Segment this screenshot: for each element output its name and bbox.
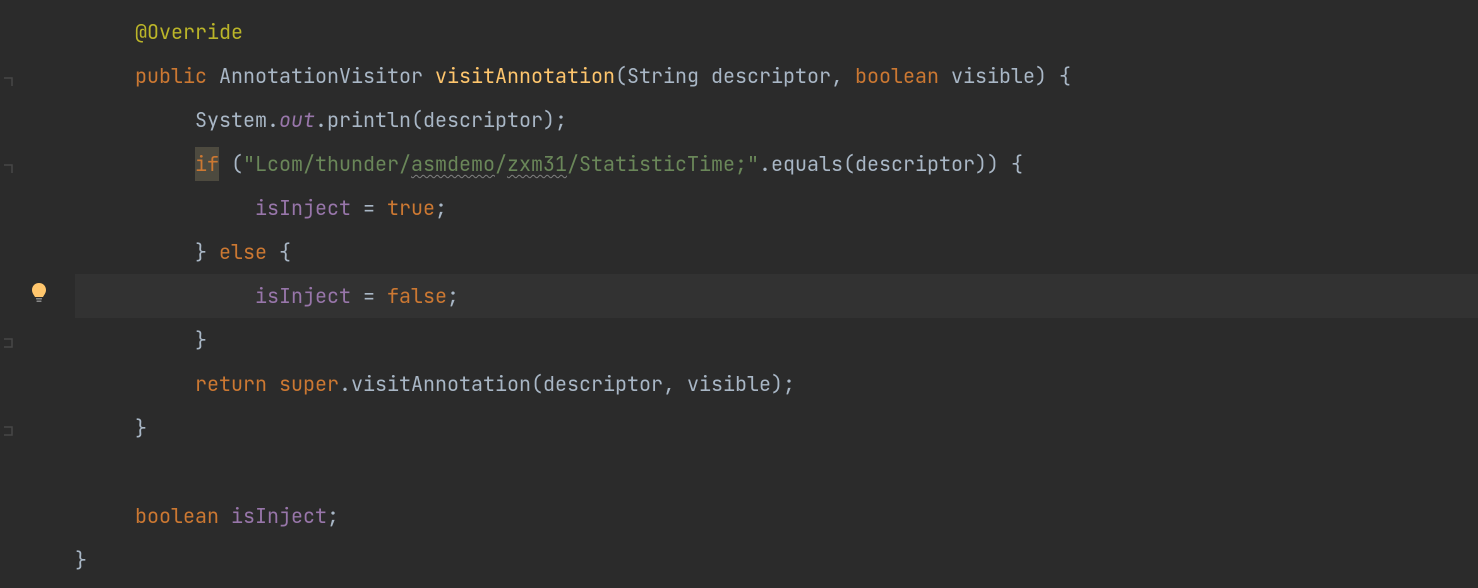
keyword-token: boolean (135, 499, 219, 533)
punct-token: ; (447, 279, 459, 313)
code-editor[interactable]: @Override public AnnotationVisitor visit… (0, 0, 1478, 588)
string-token: " (243, 147, 255, 181)
punct-token: } (195, 235, 207, 269)
punct-token: ( (843, 147, 855, 181)
punct-token: } (195, 323, 207, 357)
code-line[interactable]: @Override (75, 10, 1478, 54)
string-token: " (747, 147, 759, 181)
method-call-token: println (327, 103, 411, 137)
fold-marker-icon (2, 75, 14, 87)
code-line[interactable]: } (75, 318, 1478, 362)
code-line[interactable]: } (75, 406, 1478, 450)
keyword-token: super (279, 367, 339, 401)
punct-token: = (351, 191, 387, 225)
code-line[interactable]: } (75, 538, 1478, 582)
fold-marker-icon (2, 426, 14, 438)
type-token: AnnotationVisitor (219, 59, 423, 93)
punct-token: ) { (1035, 59, 1071, 93)
punct-token: . (339, 367, 351, 401)
punct-token: = (351, 279, 387, 313)
punct-token: ) (975, 147, 987, 181)
punct-token: , (663, 367, 687, 401)
punct-token: ( (411, 103, 423, 137)
method-name-token: visitAnnotation (435, 59, 615, 93)
code-line[interactable]: boolean isInject; (75, 494, 1478, 538)
punct-token: . (267, 103, 279, 137)
param-token: visible (951, 59, 1035, 93)
identifier-token: System (195, 103, 267, 137)
param-token: descriptor (711, 59, 831, 93)
code-line-current[interactable]: isInject = false; (75, 274, 1478, 318)
punct-token: ( (531, 367, 543, 401)
code-line[interactable]: } else { (75, 230, 1478, 274)
string-typo-token: asmdemo (411, 147, 495, 181)
punct-token: ( (615, 59, 627, 93)
method-call-token: visitAnnotation (351, 367, 531, 401)
code-line[interactable]: if ("Lcom/thunder/asmdemo/zxm31/Statisti… (75, 142, 1478, 186)
punct-token: ) { (987, 147, 1023, 181)
param-token: descriptor (855, 147, 975, 181)
punct-token: . (759, 147, 771, 181)
punct-token: ; (435, 191, 447, 225)
punct-token: . (315, 103, 327, 137)
code-content[interactable]: @Override public AnnotationVisitor visit… (65, 0, 1478, 588)
punct-token: ); (543, 103, 567, 137)
fold-marker-icon (2, 162, 14, 174)
keyword-token: public (135, 59, 207, 93)
punct-token: { (279, 235, 291, 269)
code-line[interactable] (75, 450, 1478, 494)
code-line[interactable]: return super.visitAnnotation(descriptor,… (75, 362, 1478, 406)
intention-bulb-icon[interactable] (30, 282, 48, 304)
code-line[interactable]: public AnnotationVisitor visitAnnotation… (75, 54, 1478, 98)
punct-token: ; (327, 499, 339, 533)
type-token: String (627, 59, 699, 93)
string-token: Lcom/thunder/ (255, 147, 411, 181)
method-call-token: equals (771, 147, 843, 181)
keyword-token: if (195, 147, 219, 181)
string-token: /StatisticTime; (567, 147, 747, 181)
string-token: / (495, 147, 507, 181)
code-line[interactable]: isInject = true; (75, 186, 1478, 230)
punct-token: ( (219, 147, 243, 181)
keyword-token: false (387, 279, 447, 313)
keyword-token: else (207, 235, 279, 269)
field-token: isInject (255, 191, 351, 225)
param-token: descriptor (543, 367, 663, 401)
field-token: isInject (231, 499, 327, 533)
field-token: isInject (255, 279, 351, 313)
fold-marker-icon (2, 338, 14, 350)
punct-token: , (831, 59, 843, 93)
keyword-token: boolean (855, 59, 939, 93)
static-field-token: out (279, 103, 315, 137)
editor-gutter (0, 0, 65, 588)
punct-token: } (135, 411, 147, 445)
keyword-token: return (195, 367, 279, 401)
string-typo-token: zxm31 (507, 147, 567, 181)
param-token: visible (687, 367, 771, 401)
punct-token: ); (771, 367, 795, 401)
annotation-token: @Override (135, 15, 243, 49)
punct-token: } (75, 543, 87, 577)
code-line[interactable]: System.out.println(descriptor); (75, 98, 1478, 142)
param-token: descriptor (423, 103, 543, 137)
keyword-token: true (387, 191, 435, 225)
